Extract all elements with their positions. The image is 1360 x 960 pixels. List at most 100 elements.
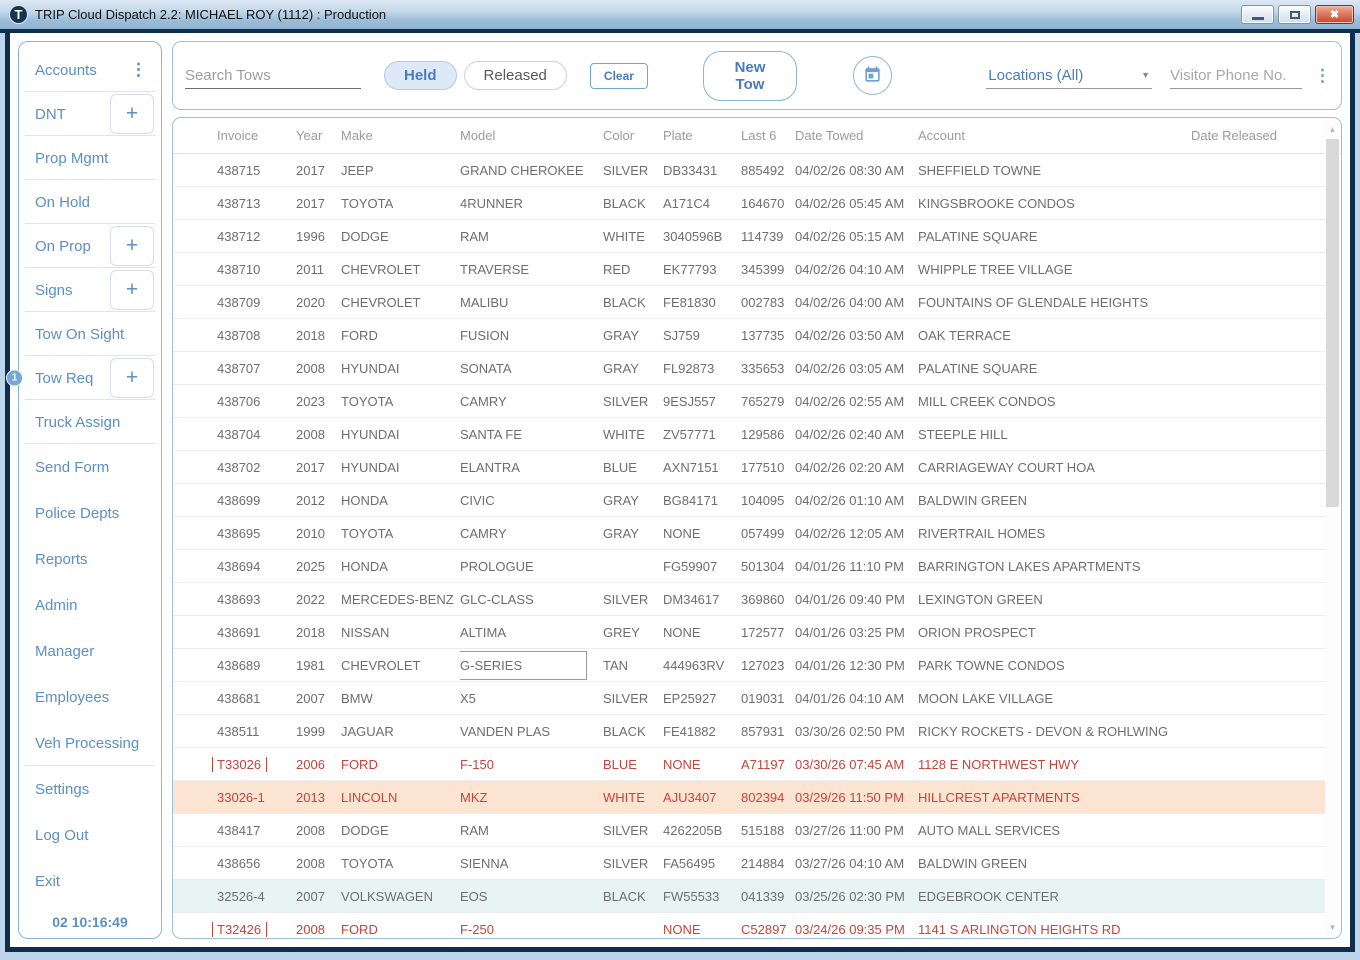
- locations-dropdown[interactable]: Locations (All) ▼: [986, 63, 1152, 89]
- sidebar-item-reports[interactable]: Reports: [19, 536, 161, 582]
- cell-date-towed: 04/02/26 04:10 AM: [795, 262, 918, 277]
- column-header-model[interactable]: Model: [460, 128, 603, 143]
- table-row[interactable]: 4387152017JEEPGRAND CHEROKEESILVERDB3343…: [173, 154, 1325, 187]
- scroll-down-icon[interactable]: ▼: [1325, 919, 1340, 935]
- table-row[interactable]: 4385111999JAGUARVANDEN PLASBLACKFE418828…: [173, 715, 1325, 748]
- visitor-phone-input[interactable]: [1170, 63, 1302, 89]
- sidebar-item-truck-assign[interactable]: Truck Assign: [19, 400, 161, 444]
- cell-invoice: 32526-4: [173, 889, 296, 904]
- kebab-icon[interactable]: ⋮: [130, 60, 147, 80]
- column-header-make[interactable]: Make: [341, 128, 460, 143]
- cell-account: WHIPPLE TREE VILLAGE: [918, 262, 1191, 277]
- cell-last-6: 041339: [741, 889, 795, 904]
- chevron-down-icon: ▼: [1141, 70, 1150, 80]
- table-row[interactable]: T324262008FORDF-250NONEC5289703/24/26 09…: [173, 913, 1325, 938]
- column-header-account[interactable]: Account: [918, 128, 1191, 143]
- table-row[interactable]: 4384172008DODGERAMSILVER4262205B51518803…: [173, 814, 1325, 847]
- cell-plate: FG59907: [663, 559, 741, 574]
- toolbar-kebab-icon[interactable]: ⋮: [1314, 66, 1331, 86]
- cell-color: BLACK: [603, 724, 663, 739]
- column-header-color[interactable]: Color: [603, 128, 663, 143]
- sidebar-item-tow-on-sight[interactable]: Tow On Sight: [19, 312, 161, 356]
- cell-invoice: 438710: [173, 262, 296, 277]
- minimize-button[interactable]: [1241, 5, 1274, 24]
- released-toggle-button[interactable]: Released: [464, 61, 567, 90]
- table-row[interactable]: 4387022017HYUNDAIELANTRABLUEAXN715117751…: [173, 451, 1325, 484]
- table-row[interactable]: 4386932022MERCEDES-BENZGLC-CLASSSILVERDM…: [173, 583, 1325, 616]
- cell-color: BLUE: [603, 757, 663, 772]
- cell-model: EOS: [460, 889, 603, 904]
- calendar-button[interactable]: [853, 56, 892, 95]
- table-row[interactable]: 4387132017TOYOTA4RUNNERBLACKA171C4164670…: [173, 187, 1325, 220]
- column-header-plate[interactable]: Plate: [663, 128, 741, 143]
- sidebar-item-send-form[interactable]: Send Form: [19, 444, 161, 490]
- clear-button[interactable]: Clear: [590, 63, 648, 89]
- add-button[interactable]: +: [110, 270, 154, 310]
- maximize-button[interactable]: [1278, 5, 1311, 24]
- table-row[interactable]: 4387102011CHEVROLETTRAVERSEREDEK77793345…: [173, 253, 1325, 286]
- held-toggle-button[interactable]: Held: [384, 61, 457, 90]
- cell-account: RICKY ROCKETS - DEVON & ROHLWING: [918, 724, 1191, 739]
- add-button[interactable]: +: [110, 358, 154, 398]
- cell-model: CAMRY: [460, 394, 603, 409]
- table-row[interactable]: 4387062023TOYOTACAMRYSILVER9ESJ557765279…: [173, 385, 1325, 418]
- table-row[interactable]: 4386992012HONDACIVICGRAYBG8417110409504/…: [173, 484, 1325, 517]
- sidebar-item-admin[interactable]: Admin: [19, 582, 161, 628]
- scroll-up-icon[interactable]: ▲: [1325, 121, 1340, 137]
- table-row[interactable]: 32526-42007VOLKSWAGENEOSBLACKFW555330413…: [173, 880, 1325, 913]
- column-header-year[interactable]: Year: [296, 128, 341, 143]
- sidebar-item-settings[interactable]: Settings: [19, 766, 161, 812]
- sidebar-item-on-hold[interactable]: On Hold: [19, 180, 161, 224]
- add-button[interactable]: +: [110, 226, 154, 266]
- cell-year: 2008: [296, 361, 341, 376]
- cell-invoice: 438709: [173, 295, 296, 310]
- table-row[interactable]: 4387042008HYUNDAISANTA FEWHITEZV57771129…: [173, 418, 1325, 451]
- cell-invoice: 33026-1: [173, 790, 296, 805]
- cell-model: CAMRY: [460, 526, 603, 541]
- table-row[interactable]: 4387072008HYUNDAISONATAGRAYFL92873335653…: [173, 352, 1325, 385]
- sidebar-item-veh-processing[interactable]: Veh Processing: [19, 720, 161, 766]
- sidebar-item-prop-mgmt[interactable]: Prop Mgmt: [19, 136, 161, 180]
- sidebar-item-label: Exit: [35, 873, 60, 890]
- table-row[interactable]: 4386942025HONDAPROLOGUEFG5990750130404/0…: [173, 550, 1325, 583]
- cell-model: GLC-CLASS: [460, 592, 603, 607]
- table-row[interactable]: 4386912018NISSANALTIMAGREYNONE17257704/0…: [173, 616, 1325, 649]
- table-row[interactable]: 4386952010TOYOTACAMRYGRAYNONE05749904/02…: [173, 517, 1325, 550]
- table-scrollbar[interactable]: ▲ ▼: [1325, 119, 1340, 937]
- column-header-invoice[interactable]: Invoice: [173, 128, 296, 143]
- sidebar-item-dnt[interactable]: DNT+: [19, 92, 161, 136]
- new-tow-button[interactable]: New Tow: [703, 51, 797, 101]
- sidebar-item-police-depts[interactable]: Police Depts: [19, 490, 161, 536]
- cell-last-6: 137735: [741, 328, 795, 343]
- sidebar-item-exit[interactable]: Exit: [19, 858, 161, 904]
- sidebar-item-employees[interactable]: Employees: [19, 674, 161, 720]
- scrollbar-thumb[interactable]: [1326, 139, 1339, 507]
- add-button[interactable]: +: [110, 94, 154, 134]
- table-row[interactable]: T330262006FORDF-150BLUENONEA7119703/30/2…: [173, 748, 1325, 781]
- cell-make: BMW: [341, 691, 460, 706]
- sidebar-item-accounts[interactable]: Accounts ⋮: [19, 48, 161, 92]
- table-row[interactable]: 4387082018FORDFUSIONGRAYSJ75913773504/02…: [173, 319, 1325, 352]
- cell-last-6: C52897: [741, 922, 795, 937]
- column-header-date-towed[interactable]: Date Towed: [795, 128, 918, 143]
- table-row[interactable]: 33026-12013LINCOLNMKZWHITEAJU34078023940…: [173, 781, 1325, 814]
- cell-account: EDGEBROOK CENTER: [918, 889, 1191, 904]
- sidebar-item-tow-req[interactable]: Tow Req+1: [19, 356, 161, 400]
- cell-model: TRAVERSE: [460, 262, 603, 277]
- sidebar-item-on-prop[interactable]: On Prop+: [19, 224, 161, 268]
- close-button[interactable]: ✖: [1315, 5, 1354, 24]
- table-row[interactable]: 4386562008TOYOTASIENNASILVERFA5649521488…: [173, 847, 1325, 880]
- sidebar-item-signs[interactable]: Signs+: [19, 268, 161, 312]
- table-row[interactable]: 4386812007BMWX5SILVEREP2592701903104/01/…: [173, 682, 1325, 715]
- table-row[interactable]: 4387121996DODGERAMWHITE3040596B11473904/…: [173, 220, 1325, 253]
- sidebar-item-log-out[interactable]: Log Out: [19, 812, 161, 858]
- focused-cell[interactable]: G-SERIES: [460, 651, 587, 680]
- search-input[interactable]: [185, 63, 361, 89]
- table-row[interactable]: 4387092020CHEVROLETMALIBUBLACKFE81830002…: [173, 286, 1325, 319]
- table-row[interactable]: 4386891981CHEVROLETG-SERIESTAN444963RV12…: [173, 649, 1325, 682]
- column-header-last-6[interactable]: Last 6: [741, 128, 795, 143]
- sidebar-item-label: Accounts: [35, 62, 97, 79]
- cell-make: TOYOTA: [341, 526, 460, 541]
- sidebar-item-manager[interactable]: Manager: [19, 628, 161, 674]
- column-header-date-released[interactable]: Date Released: [1191, 128, 1341, 143]
